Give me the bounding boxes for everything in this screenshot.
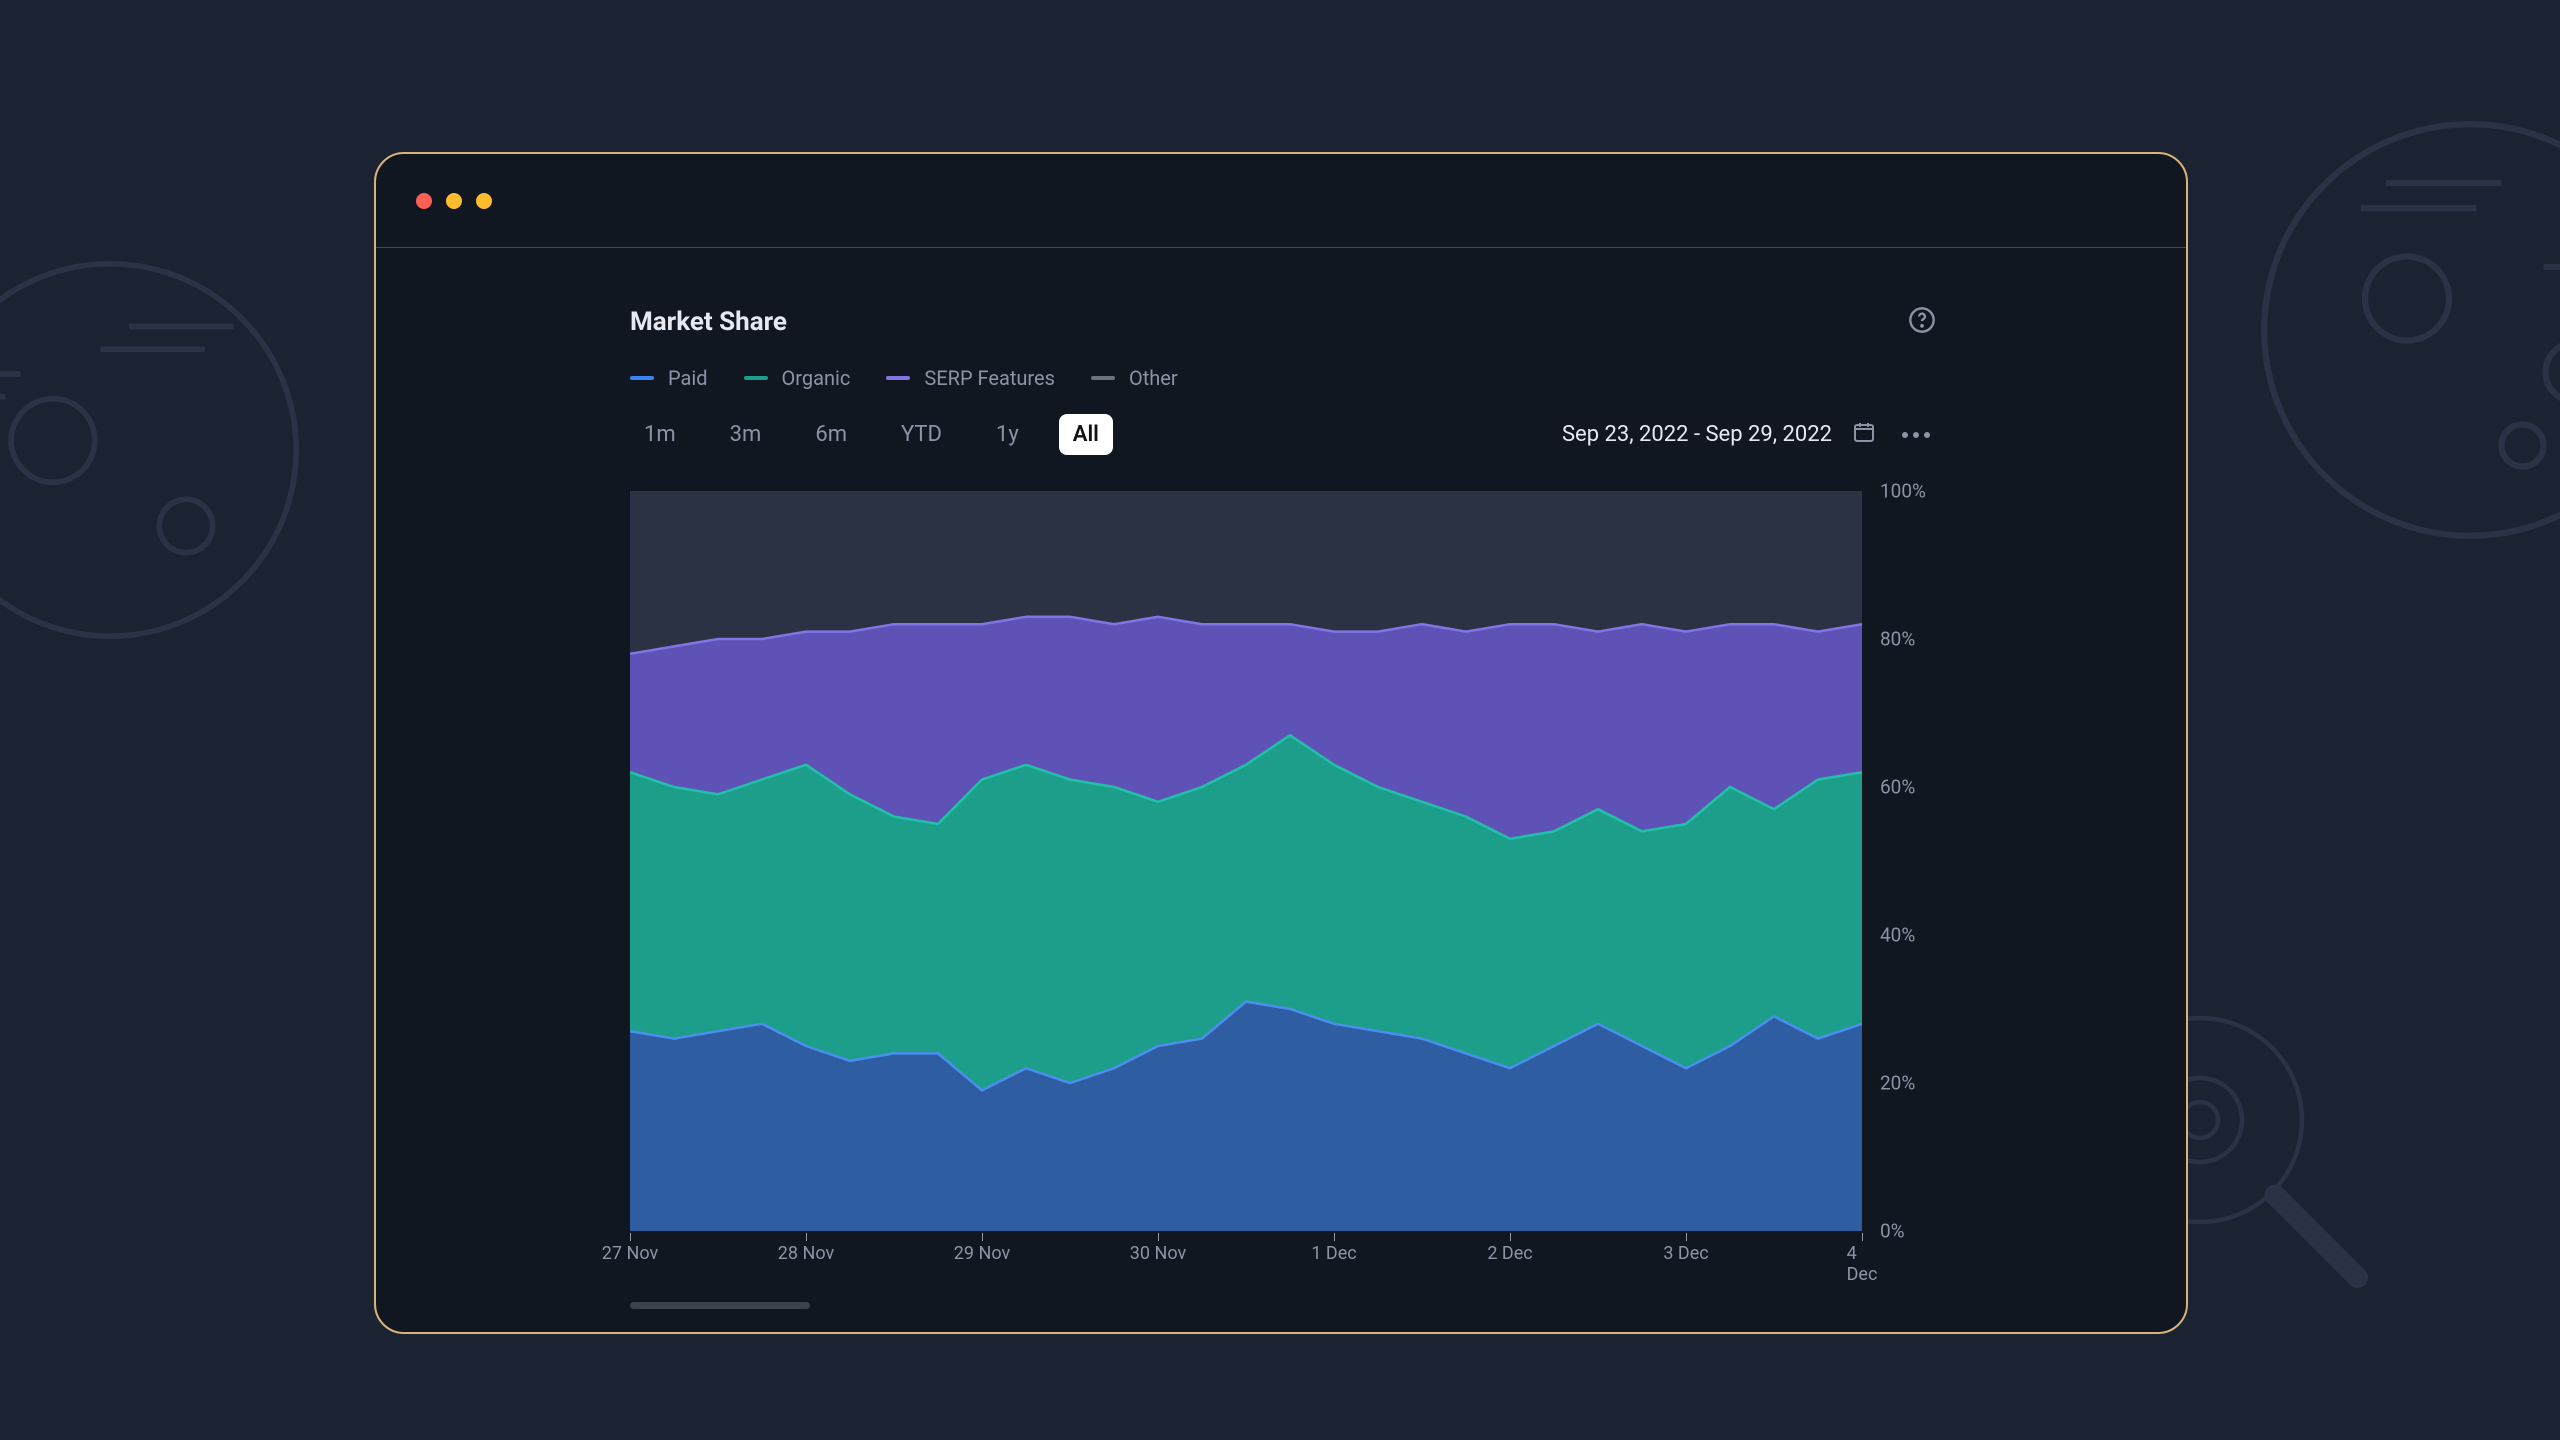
legend-item[interactable]: Organic: [744, 366, 851, 390]
y-tick: 100%: [1880, 480, 1926, 503]
chart-panel: Market Share Paid Organic SERP Features Oth…: [376, 248, 2186, 1271]
legend-label: Other: [1129, 366, 1178, 390]
range-btn-ytd[interactable]: YTD: [887, 414, 956, 455]
help-icon[interactable]: [1908, 306, 1936, 338]
chart-scrollbar[interactable]: [630, 1302, 810, 1309]
x-tick: 30 Nov: [1130, 1243, 1186, 1264]
legend-swatch: [744, 376, 768, 380]
planet-decoration-left: [0, 260, 300, 640]
maximize-window-button[interactable]: [476, 193, 492, 209]
window-titlebar: [376, 154, 2186, 248]
x-tick: 29 Nov: [954, 1243, 1010, 1264]
chart-title: Market Share: [630, 307, 787, 337]
legend-item[interactable]: SERP Features: [886, 366, 1055, 390]
calendar-icon[interactable]: [1852, 420, 1876, 450]
x-tick: 2 Dec: [1487, 1243, 1532, 1264]
legend-swatch: [886, 376, 910, 380]
x-tick: 3 Dec: [1663, 1243, 1708, 1264]
range-btn-6m[interactable]: 6m: [801, 414, 861, 455]
close-window-button[interactable]: [416, 193, 432, 209]
legend-item[interactable]: Other: [1091, 366, 1178, 390]
range-btn-3m[interactable]: 3m: [716, 414, 776, 455]
traffic-lights: [416, 193, 492, 209]
range-btn-1y[interactable]: 1y: [982, 414, 1033, 455]
chart-area: 100%80%60%40%20%0% 27 Nov28 Nov29 Nov30 …: [630, 491, 1936, 1231]
y-tick: 0%: [1880, 1220, 1905, 1243]
legend-label: Organic: [782, 366, 851, 390]
x-tick: 4 Dec: [1847, 1243, 1878, 1285]
app-window: Market Share Paid Organic SERP Features Oth…: [374, 152, 2188, 1334]
y-tick: 80%: [1880, 628, 1915, 651]
planet-decoration-right: [2260, 120, 2560, 540]
chart-legend: Paid Organic SERP Features Other: [630, 366, 1936, 390]
y-tick: 20%: [1880, 1072, 1915, 1095]
legend-label: SERP Features: [924, 366, 1055, 390]
x-tick: 27 Nov: [602, 1243, 658, 1264]
legend-item[interactable]: Paid: [630, 366, 708, 390]
minimize-window-button[interactable]: [446, 193, 462, 209]
range-btn-1m[interactable]: 1m: [630, 414, 690, 455]
legend-swatch: [1091, 376, 1115, 380]
x-tick: 1 Dec: [1311, 1243, 1356, 1264]
legend-label: Paid: [668, 366, 708, 390]
legend-swatch: [630, 376, 654, 380]
y-tick: 60%: [1880, 776, 1915, 799]
more-icon[interactable]: [1896, 426, 1936, 444]
date-range-label: Sep 23, 2022 - Sep 29, 2022: [1562, 422, 1832, 447]
stacked-area-chart: [630, 491, 1862, 1231]
x-tick: 28 Nov: [778, 1243, 834, 1264]
y-tick: 40%: [1880, 924, 1915, 947]
time-range-buttons: 1m 3m 6m YTD 1y All: [630, 414, 1113, 455]
range-btn-all[interactable]: All: [1059, 414, 1113, 455]
